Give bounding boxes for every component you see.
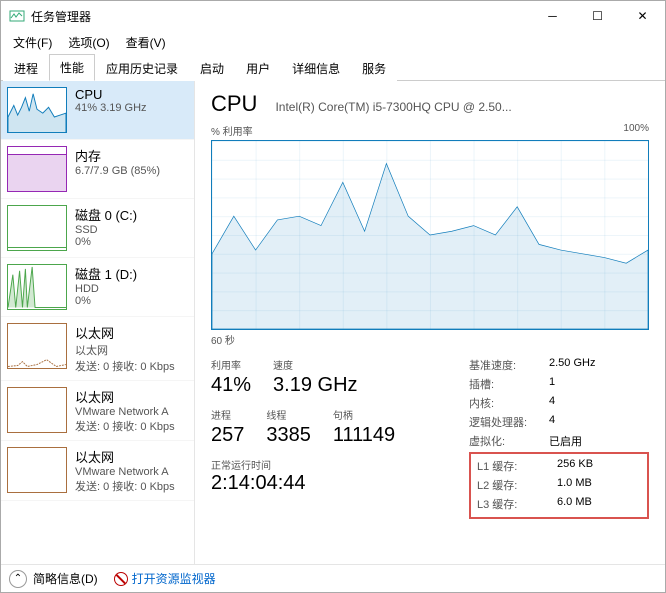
l2-label: L2 缓存:: [477, 477, 557, 493]
sidebar-eth1-sub: VMware Network A: [75, 406, 175, 418]
sidebar-eth2-name: 以太网: [75, 447, 175, 466]
sidebar-eth2-sub2: 发送: 0 接收: 0 Kbps: [75, 478, 175, 494]
sidebar-eth1-sub2: 发送: 0 接收: 0 Kbps: [75, 418, 175, 434]
collapse-icon[interactable]: ⌃: [9, 570, 27, 588]
speed-label: 速度: [273, 357, 357, 372]
proc-value: 257: [211, 424, 244, 447]
util-value: 41%: [211, 374, 251, 397]
sockets-value: 1: [549, 376, 555, 392]
sidebar-disk0-sub2: 0%: [75, 236, 137, 248]
l1-label: L1 缓存:: [477, 458, 557, 474]
cpu-chart[interactable]: [211, 140, 649, 330]
sidebar-mem-sub: 6.7/7.9 GB (85%): [75, 165, 160, 177]
menu-file[interactable]: 文件(F): [5, 32, 60, 53]
main-title: CPU: [211, 91, 257, 117]
menu-view[interactable]: 查看(V): [118, 32, 174, 53]
minimize-button[interactable]: ─: [530, 1, 575, 31]
proc-label: 进程: [211, 407, 244, 422]
util-label: 利用率: [211, 357, 251, 372]
sidebar-cpu-sub: 41% 3.19 GHz: [75, 102, 147, 114]
resmon-icon: [114, 572, 128, 586]
footer: ⌃ 简略信息(D) 打开资源监视器: [1, 564, 665, 592]
sidebar-item-eth2[interactable]: 以太网 VMware Network A 发送: 0 接收: 0 Kbps: [1, 441, 194, 501]
tab-startup[interactable]: 启动: [189, 55, 235, 81]
sidebar-mem-name: 内存: [75, 146, 160, 165]
lprocs-value: 4: [549, 414, 555, 430]
speed-value: 3.19 GHz: [273, 374, 357, 397]
sidebar-disk0-name: 磁盘 0 (C:): [75, 205, 137, 224]
uptime-label: 正常运行时间: [211, 457, 469, 472]
sidebar-disk1-sub2: 0%: [75, 295, 137, 307]
chart-label-left: % 利用率: [211, 123, 253, 138]
sidebar-cpu-name: CPU: [75, 87, 147, 102]
base-speed-label: 基准速度:: [469, 357, 549, 373]
brief-info-link[interactable]: 简略信息(D): [33, 570, 98, 587]
tab-details[interactable]: 详细信息: [281, 55, 351, 81]
memory-thumb: [7, 146, 67, 192]
app-icon: [9, 8, 25, 24]
sidebar-item-disk0[interactable]: 磁盘 0 (C:) SSD 0%: [1, 199, 194, 258]
titlebar: 任务管理器 ─ ☐ ✕: [1, 1, 665, 31]
close-button[interactable]: ✕: [620, 1, 665, 31]
virt-label: 虚拟化:: [469, 433, 549, 449]
menubar: 文件(F) 选项(O) 查看(V): [1, 31, 665, 53]
menu-options[interactable]: 选项(O): [60, 32, 117, 53]
eth1-thumb: [7, 387, 67, 433]
sidebar-disk1-sub: HDD: [75, 283, 137, 295]
uptime-value: 2:14:04:44: [211, 472, 469, 495]
sidebar-eth0-sub: 以太网: [75, 342, 175, 358]
eth2-thumb: [7, 447, 67, 493]
tab-users[interactable]: 用户: [235, 55, 281, 81]
window-title: 任务管理器: [31, 8, 91, 25]
tabbar: 进程 性能 应用历史记录 启动 用户 详细信息 服务: [1, 53, 665, 81]
cpu-thumb: [7, 87, 67, 133]
threads-label: 线程: [266, 407, 311, 422]
main-subtitle: Intel(R) Core(TM) i5-7300HQ CPU @ 2.50..…: [275, 100, 511, 114]
sockets-label: 插槽:: [469, 376, 549, 392]
sidebar[interactable]: CPU 41% 3.19 GHz 内存 6.7/7.9 GB (85%) 磁盘 …: [1, 81, 195, 564]
sidebar-item-disk1[interactable]: 磁盘 1 (D:) HDD 0%: [1, 258, 194, 317]
l1-value: 256 KB: [557, 458, 593, 474]
cores-value: 4: [549, 395, 555, 411]
handles-label: 句柄: [333, 407, 395, 422]
tab-processes[interactable]: 进程: [3, 55, 49, 81]
chart-label-right: 100%: [623, 123, 649, 138]
eth0-thumb: [7, 323, 67, 369]
maximize-button[interactable]: ☐: [575, 1, 620, 31]
disk1-thumb: [7, 264, 67, 310]
disk0-thumb: [7, 205, 67, 251]
tab-performance[interactable]: 性能: [49, 54, 95, 81]
chart-bottom-label: 60 秒: [211, 332, 649, 347]
resource-monitor-link[interactable]: 打开资源监视器: [114, 570, 216, 587]
sidebar-eth2-sub: VMware Network A: [75, 466, 175, 478]
tab-app-history[interactable]: 应用历史记录: [95, 55, 189, 81]
sidebar-item-cpu[interactable]: CPU 41% 3.19 GHz: [1, 81, 194, 140]
l3-label: L3 缓存:: [477, 496, 557, 512]
sidebar-disk0-sub: SSD: [75, 224, 137, 236]
tab-services[interactable]: 服务: [351, 55, 397, 81]
main-panel: CPU Intel(R) Core(TM) i5-7300HQ CPU @ 2.…: [195, 81, 665, 564]
virt-value: 已启用: [549, 433, 582, 449]
sidebar-item-eth1[interactable]: 以太网 VMware Network A 发送: 0 接收: 0 Kbps: [1, 381, 194, 441]
sidebar-item-eth0[interactable]: 以太网 以太网 发送: 0 接收: 0 Kbps: [1, 317, 194, 381]
sidebar-disk1-name: 磁盘 1 (D:): [75, 264, 137, 283]
sidebar-eth0-name: 以太网: [75, 323, 175, 342]
threads-value: 3385: [266, 424, 311, 447]
cache-highlight-box: L1 缓存:256 KB L2 缓存:1.0 MB L3 缓存:6.0 MB: [469, 452, 649, 519]
handles-value: 111149: [333, 424, 395, 447]
l2-value: 1.0 MB: [557, 477, 592, 493]
l3-value: 6.0 MB: [557, 496, 592, 512]
base-speed-value: 2.50 GHz: [549, 357, 595, 373]
cores-label: 内核:: [469, 395, 549, 411]
lprocs-label: 逻辑处理器:: [469, 414, 549, 430]
sidebar-item-memory[interactable]: 内存 6.7/7.9 GB (85%): [1, 140, 194, 199]
sidebar-eth0-sub2: 发送: 0 接收: 0 Kbps: [75, 358, 175, 374]
sidebar-eth1-name: 以太网: [75, 387, 175, 406]
